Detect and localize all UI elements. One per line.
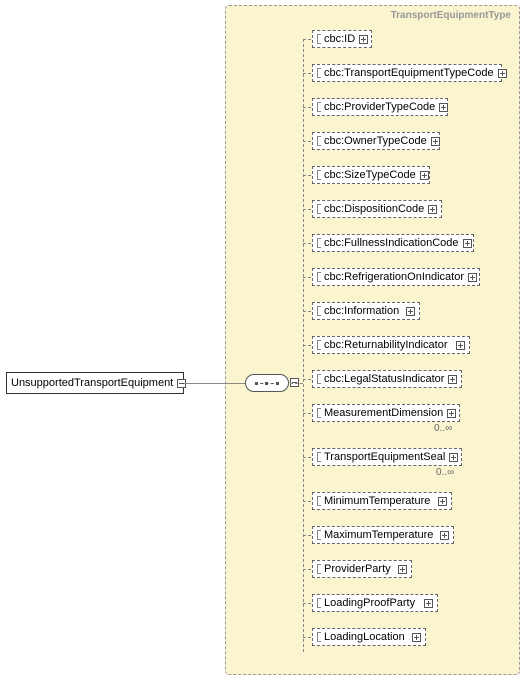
expand-icon[interactable]	[412, 633, 421, 642]
sequence-compositor[interactable]	[245, 374, 289, 392]
branch-line	[303, 39, 311, 40]
occurrence-label: 0..∞	[434, 423, 452, 434]
child-element[interactable]: MinimumTemperature	[312, 492, 452, 510]
child-label: cbc:SizeTypeCode	[324, 169, 416, 181]
connector-tick-icon	[317, 102, 321, 112]
child-element[interactable]: MeasurementDimension	[312, 404, 460, 422]
branch-line	[303, 209, 311, 210]
expand-icon[interactable]	[406, 307, 415, 316]
child-label: LoadingProofParty	[324, 597, 420, 609]
child-element[interactable]: LoadingLocation	[312, 628, 426, 646]
expand-icon[interactable]	[398, 565, 407, 574]
child-element[interactable]: cbc:ProviderTypeCode	[312, 98, 448, 116]
expand-icon[interactable]	[420, 171, 429, 180]
child-label: MaximumTemperature	[324, 529, 436, 541]
child-label: ProviderParty	[324, 563, 394, 575]
occurrence-label: 0..∞	[436, 467, 454, 478]
expand-icon[interactable]	[424, 599, 433, 608]
branch-line	[303, 379, 311, 380]
child-element[interactable]: cbc:RefrigerationOnIndicator	[312, 268, 480, 286]
branch-line	[303, 413, 311, 414]
child-label: cbc:OwnerTypeCode	[324, 135, 427, 147]
connector-stub	[290, 383, 303, 384]
branch-line	[303, 311, 311, 312]
child-element[interactable]: cbc:TransportEquipmentTypeCode	[312, 64, 502, 82]
connector-tick-icon	[317, 374, 321, 384]
branch-line	[303, 175, 311, 176]
connector-tick-icon	[317, 598, 321, 608]
expand-icon[interactable]	[498, 69, 507, 78]
expand-icon[interactable]	[449, 453, 458, 462]
root-label: UnsupportedTransportEquipment	[11, 377, 173, 389]
child-label: cbc:ReturnabilityIndicator	[324, 339, 452, 351]
expand-icon[interactable]	[439, 103, 448, 112]
connector-tick-icon	[317, 408, 321, 418]
branch-line	[303, 637, 311, 638]
child-label: MeasurementDimension	[324, 407, 443, 419]
branch-line	[303, 141, 311, 142]
branch-line	[303, 73, 311, 74]
branch-line	[303, 535, 311, 536]
connector-tick-icon	[317, 204, 321, 214]
child-label: cbc:ProviderTypeCode	[324, 101, 435, 113]
expand-icon[interactable]	[448, 375, 457, 384]
child-element[interactable]: LoadingProofParty	[312, 594, 438, 612]
connector-tick-icon	[317, 272, 321, 282]
child-label: cbc:DispositionCode	[324, 203, 424, 215]
expand-icon[interactable]	[447, 409, 456, 418]
connector-tick-icon	[317, 496, 321, 506]
root-element[interactable]: UnsupportedTransportEquipment	[6, 372, 184, 394]
child-element[interactable]: cbc:Information	[312, 302, 420, 320]
expand-icon[interactable]	[456, 341, 465, 350]
branch-line	[303, 501, 311, 502]
connector-tick-icon	[317, 68, 321, 78]
child-element[interactable]: ProviderParty	[312, 560, 412, 578]
child-element[interactable]: TransportEquipmentSeal	[312, 448, 462, 466]
child-element[interactable]: cbc:OwnerTypeCode	[312, 132, 440, 150]
expand-icon[interactable]	[431, 137, 440, 146]
child-element[interactable]: cbc:SizeTypeCode	[312, 166, 430, 184]
expand-icon[interactable]	[428, 205, 437, 214]
branch-line	[303, 603, 311, 604]
expand-icon[interactable]	[463, 239, 472, 248]
connector-tick-icon	[317, 452, 321, 462]
connector-tick-icon	[317, 136, 321, 146]
child-label: cbc:LegalStatusIndicator	[324, 373, 444, 385]
connector-line	[184, 383, 245, 384]
child-label: cbc:ID	[324, 33, 355, 45]
child-label: cbc:FullnessIndicationCode	[324, 237, 459, 249]
connector-tick-icon	[317, 306, 321, 316]
connector-tick-icon	[317, 238, 321, 248]
child-label: LoadingLocation	[324, 631, 408, 643]
child-element[interactable]: cbc:FullnessIndicationCode	[312, 234, 474, 252]
branch-line	[303, 277, 311, 278]
branch-line	[303, 345, 311, 346]
child-label: cbc:RefrigerationOnIndicator	[324, 271, 464, 283]
expand-icon[interactable]	[468, 273, 477, 282]
connector-tick-icon	[317, 564, 321, 574]
child-element[interactable]: cbc:ReturnabilityIndicator	[312, 336, 470, 354]
connector-tick-icon	[317, 632, 321, 642]
child-element[interactable]: cbc:LegalStatusIndicator	[312, 370, 462, 388]
child-label: MinimumTemperature	[324, 495, 434, 507]
child-label: cbc:Information	[324, 305, 402, 317]
child-element[interactable]: cbc:ID	[312, 30, 372, 48]
branch-line	[303, 569, 311, 570]
branch-line	[303, 107, 311, 108]
type-name-label: TransportEquipmentType	[391, 10, 511, 21]
child-element[interactable]: cbc:DispositionCode	[312, 200, 442, 218]
expand-icon[interactable]	[438, 497, 447, 506]
child-label: cbc:TransportEquipmentTypeCode	[324, 67, 494, 79]
connector-tick-icon	[317, 170, 321, 180]
connector-tick-icon	[317, 34, 321, 44]
branch-line	[303, 243, 311, 244]
expand-icon[interactable]	[359, 35, 368, 44]
child-label: TransportEquipmentSeal	[324, 451, 445, 463]
connector-tick-icon	[317, 530, 321, 540]
branch-line	[303, 457, 311, 458]
expand-icon[interactable]	[440, 531, 449, 540]
connector-tick-icon	[317, 340, 321, 350]
child-element[interactable]: MaximumTemperature	[312, 526, 454, 544]
